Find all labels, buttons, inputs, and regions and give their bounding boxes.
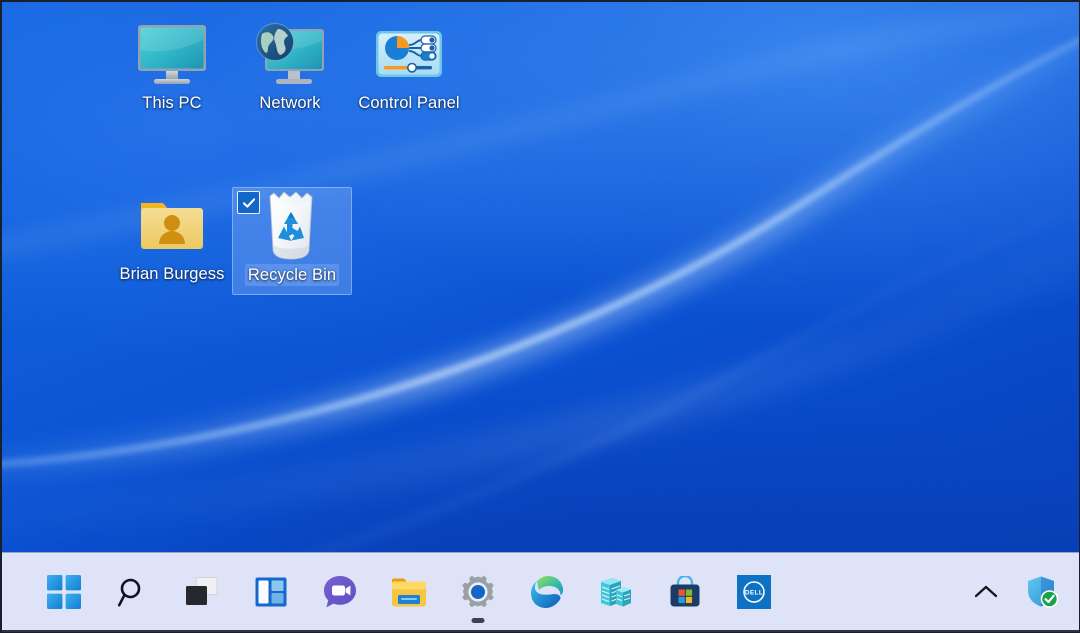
- shield-check-icon: [1025, 575, 1059, 609]
- desktop-icon-this-pc[interactable]: This PC: [113, 16, 231, 114]
- taskbar: DELL: [2, 552, 1079, 632]
- monitor-icon: [113, 16, 231, 92]
- tray-button-windows-security[interactable]: [1023, 573, 1061, 611]
- desktop-icon-user-folder[interactable]: Brian Burgess: [113, 187, 231, 285]
- taskbar-button-settings[interactable]: [456, 570, 500, 614]
- windows-start-icon: [47, 575, 81, 609]
- desktop-screen: This PC: [0, 0, 1080, 633]
- selection-checkbox[interactable]: [237, 191, 260, 214]
- taskbar-button-dell[interactable]: DELL: [732, 570, 776, 614]
- taskbar-button-chat[interactable]: [318, 570, 362, 614]
- desktop-icon-label: Control Panel: [355, 92, 462, 114]
- desktop-icon-label: Recycle Bin: [245, 264, 339, 286]
- control-panel-icon: [350, 16, 468, 92]
- desktop-icon-network[interactable]: Network: [231, 16, 349, 114]
- tray-button-show-hidden[interactable]: [967, 573, 1005, 611]
- desktop-icon-control-panel[interactable]: Control Panel: [350, 16, 468, 114]
- taskbar-button-search[interactable]: [111, 570, 155, 614]
- svg-text:DELL: DELL: [745, 590, 763, 597]
- server-stack-icon: [599, 576, 633, 608]
- user-folder-icon: [113, 187, 231, 263]
- widgets-icon: [255, 577, 287, 607]
- taskbar-button-store[interactable]: [663, 570, 707, 614]
- task-view-icon: [185, 577, 219, 607]
- search-icon: [117, 576, 149, 608]
- taskbar-button-task-view[interactable]: [180, 570, 224, 614]
- taskbar-button-edge[interactable]: [525, 570, 569, 614]
- microsoft-store-icon: [668, 576, 702, 608]
- desktop-icon-label: Network: [256, 92, 323, 114]
- taskbar-button-start[interactable]: [42, 570, 86, 614]
- chat-teams-icon: [323, 575, 357, 609]
- edge-icon: [530, 575, 564, 609]
- system-tray: [967, 553, 1061, 631]
- taskbar-buttons: DELL: [42, 553, 776, 631]
- taskbar-button-servers[interactable]: [594, 570, 638, 614]
- chevron-up-icon: [973, 583, 999, 601]
- desktop-icon-grid: This PC: [2, 2, 1079, 555]
- dell-icon: DELL: [737, 575, 771, 609]
- desktop-icon-recycle-bin[interactable]: Recycle Bin: [232, 187, 352, 295]
- desktop-icon-label: This PC: [139, 92, 204, 114]
- desktop-icon-label: Brian Burgess: [117, 263, 228, 285]
- gear-icon: [460, 574, 496, 610]
- network-globe-icon: [231, 16, 349, 92]
- taskbar-button-widgets[interactable]: [249, 570, 293, 614]
- taskbar-button-file-explorer[interactable]: [387, 570, 431, 614]
- running-indicator: [472, 618, 485, 623]
- folder-icon: [391, 577, 427, 608]
